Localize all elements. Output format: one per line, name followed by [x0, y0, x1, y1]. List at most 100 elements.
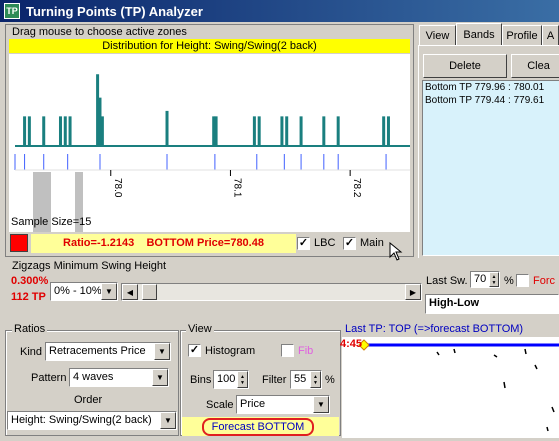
tab-profile[interactable]: Profile: [502, 25, 542, 45]
app-icon: TP: [4, 3, 20, 19]
sample-size-label: Sample Size=15: [11, 216, 92, 228]
list-item[interactable]: Bottom TP 779.44 : 779.61: [423, 94, 559, 107]
mode-select-value: High-Low: [429, 297, 480, 309]
view-title: View: [186, 323, 214, 335]
slider-right-arrow-icon[interactable]: ▶: [405, 284, 421, 300]
histogram-bar: [299, 116, 303, 146]
force-label: Forc: [533, 275, 555, 287]
kind-label: Kind: [20, 346, 43, 358]
x-tick-label: 78.2: [351, 178, 362, 198]
last-sw-input[interactable]: 70 ▲ ▼: [470, 271, 500, 288]
range-select-value: 0% - 10%: [54, 285, 102, 297]
title-bar[interactable]: TP Turning Points (TP) Analyzer: [0, 0, 559, 22]
chart-panel: Drag mouse to choose active zones Distri…: [5, 24, 414, 261]
histogram-bar: [58, 116, 62, 146]
last-tp-plot: [358, 339, 559, 432]
chevron-down-icon[interactable]: ▼: [160, 412, 176, 429]
bins-input[interactable]: 100 ▲ ▼: [213, 370, 249, 389]
last-sw-value: 70: [474, 273, 487, 285]
pattern-select[interactable]: 4 waves ▼: [69, 368, 169, 387]
histogram-bar: [68, 116, 72, 146]
histogram-bar: [100, 116, 104, 146]
slider-thumb[interactable]: [142, 284, 157, 300]
status-indicator: [10, 234, 28, 252]
force-checkbox[interactable]: [516, 274, 529, 287]
chevron-down-icon[interactable]: ▼: [101, 283, 117, 300]
bins-label: Bins: [190, 374, 212, 386]
tab-a[interactable]: A: [542, 25, 559, 45]
pattern-select-value: 4 waves: [73, 371, 114, 383]
histogram-bar: [386, 116, 390, 146]
histogram-bar: [23, 116, 27, 146]
kind-select[interactable]: Retracements Price ▼: [45, 342, 171, 361]
zigzag-section: Zigzags Minimum Swing Height 0.300% 112 …: [0, 258, 559, 318]
tab-bands[interactable]: Bands: [456, 23, 502, 46]
histogram-bar: [382, 116, 386, 146]
x-tick-label: 78.1: [231, 178, 242, 198]
chart-header: Distribution for Height: Swing/Swing(2 b…: [9, 39, 410, 53]
zigzag-percent: 0.300%: [11, 275, 49, 287]
scale-select[interactable]: Price ▼: [236, 395, 330, 414]
forecast-bottom-button[interactable]: Forecast BOTTOM: [202, 418, 314, 436]
app-window: TP Turning Points (TP) Analyzer Drag mou…: [0, 0, 559, 438]
clear-button[interactable]: Clea: [511, 54, 559, 78]
last-sw-label: Last Sw.: [426, 275, 468, 287]
main-label: Main: [360, 237, 384, 249]
zigzag-tp-count: 112 TP: [11, 291, 46, 303]
tab-view[interactable]: View: [419, 25, 456, 45]
histogram-bar: [63, 116, 67, 146]
ratios-title: Ratios: [12, 323, 48, 335]
histogram-checkbox[interactable]: ✓: [188, 344, 201, 357]
fib-checkbox[interactable]: [281, 344, 294, 357]
bins-spinner[interactable]: ▲ ▼: [237, 371, 248, 388]
window-title: Turning Points (TP) Analyzer: [26, 3, 203, 19]
histogram-bar: [322, 116, 326, 146]
filter-value: 55: [294, 373, 307, 385]
lbc-label: LBC: [314, 237, 336, 249]
last-tp-panel: Last TP: TOP (=>forecast BOTTOM) 4:45: [340, 321, 559, 438]
histogram-bar: [257, 116, 261, 146]
histogram-bar: [280, 116, 284, 146]
last-tp-chart[interactable]: 4:45: [340, 337, 559, 438]
kind-select-value: Retracements Price: [49, 345, 146, 357]
chevron-down-icon[interactable]: ▼: [154, 343, 170, 360]
x-tick-label: 78.0: [112, 178, 123, 198]
ratio-display: Ratio=-1.2143 BOTTOM Price=780.48: [31, 234, 296, 253]
slider-left-arrow-icon[interactable]: ◀: [122, 284, 138, 300]
last-tp-header: Last TP: TOP (=>forecast BOTTOM): [342, 321, 559, 337]
filter-input[interactable]: 55 ▲ ▼: [290, 370, 322, 389]
mode-select[interactable]: High-Low: [425, 294, 559, 314]
chart-instruction: Drag mouse to choose active zones: [12, 26, 187, 38]
chevron-down-icon[interactable]: ▼: [313, 396, 329, 413]
pattern-label: Pattern: [31, 372, 67, 384]
histogram-bar: [336, 116, 340, 146]
histogram-bar: [165, 110, 169, 146]
filter-spinner[interactable]: ▲ ▼: [310, 371, 321, 388]
range-select[interactable]: 0% - 10% ▼: [50, 282, 118, 301]
order-label: Order: [74, 394, 103, 406]
filter-unit: %: [325, 374, 335, 386]
list-item[interactable]: Bottom TP 779.96 : 780.01: [423, 81, 559, 94]
last-sw-percent: %: [504, 275, 514, 287]
histogram-bar: [214, 116, 218, 146]
lbc-checkbox[interactable]: ✓: [297, 237, 310, 250]
order-select[interactable]: Height: Swing/Swing(2 back) ▼: [7, 411, 177, 430]
chart-canvas[interactable]: 78.0 78.1 78.2 Sample Size=15: [9, 54, 410, 232]
delete-button[interactable]: Delete: [423, 54, 507, 78]
main-checkbox[interactable]: ✓: [343, 237, 356, 250]
filter-label: Filter: [262, 374, 287, 386]
histogram-chart[interactable]: 78.0 78.1 78.2: [9, 54, 410, 232]
bands-panel: Delete Clea Bottom TP 779.96 : 780.01 Bo…: [418, 45, 559, 258]
histogram-bar: [42, 116, 46, 146]
scale-select-value: Price: [240, 398, 266, 410]
order-select-value: Height: Swing/Swing(2 back): [11, 414, 152, 426]
zigzag-title: Zigzags Minimum Swing Height: [12, 260, 167, 272]
histogram-bar: [285, 116, 289, 146]
chevron-down-icon[interactable]: ▼: [152, 369, 168, 386]
bands-list[interactable]: Bottom TP 779.96 : 780.01 Bottom TP 779.…: [422, 80, 559, 256]
histogram-bar: [252, 116, 256, 146]
swing-slider[interactable]: ◀ ▶: [121, 283, 422, 301]
bins-value: 100: [217, 373, 236, 385]
last-tp-time: 4:45: [340, 338, 363, 350]
last-sw-spinner[interactable]: ▲ ▼: [489, 272, 499, 287]
